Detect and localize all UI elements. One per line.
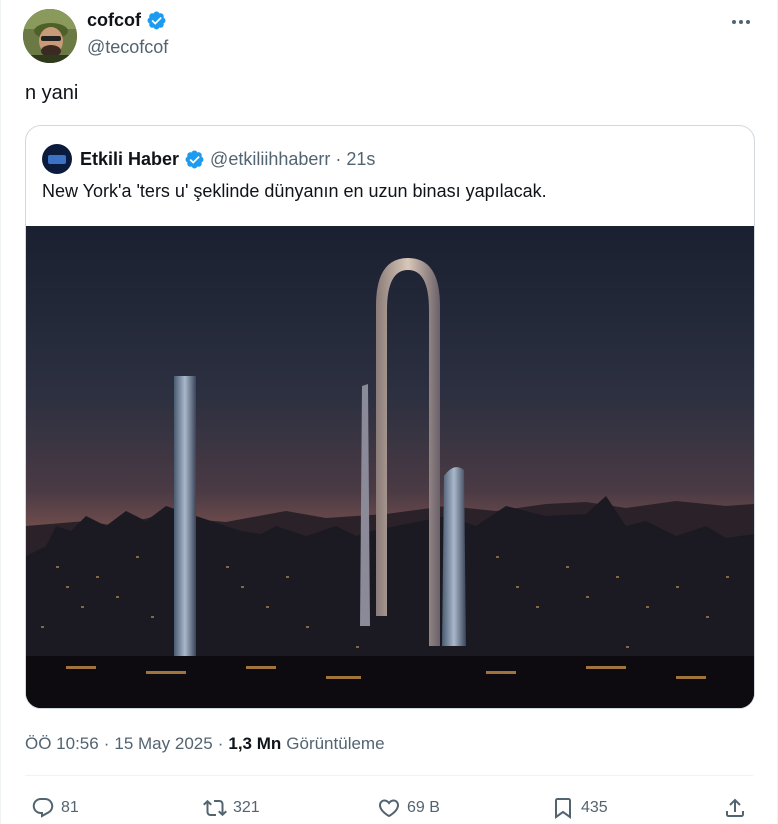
quoted-timestamp[interactable]: 21s [346, 149, 375, 170]
tweet-date[interactable]: 15 May 2025 [114, 734, 212, 754]
views-count: 1,3 Mn [228, 734, 282, 753]
quoted-media-image[interactable] [26, 226, 754, 708]
more-dot-icon [732, 20, 736, 24]
tweet-text: n yani [25, 82, 79, 104]
heart-icon [378, 799, 400, 818]
quoted-separator: · [335, 148, 342, 169]
reply-icon [32, 798, 54, 818]
like-button[interactable]: 69 B [377, 796, 440, 820]
bookmark-count: 435 [581, 799, 608, 816]
share-button[interactable] [723, 796, 747, 820]
author-avatar[interactable] [23, 9, 77, 63]
tweet-meta: ÖÖ 10:56 · 15 May 2025 · 1,3 Mn Görüntül… [25, 734, 385, 754]
meta-separator: · [217, 734, 224, 753]
more-dot-icon [746, 20, 750, 24]
verified-badge-icon [185, 150, 204, 168]
quoted-author-name[interactable]: Etkili Haber [80, 149, 179, 170]
like-count: 69 B [407, 799, 440, 816]
more-dot-icon [739, 20, 743, 24]
repost-button[interactable]: 321 [203, 796, 260, 820]
action-bar: 81 321 69 B 435 [1, 790, 778, 824]
author-handle[interactable]: @tecofcof [87, 37, 168, 58]
tweet-time[interactable]: ÖÖ 10:56 [25, 734, 99, 754]
quoted-avatar[interactable] [42, 144, 72, 174]
meta-separator: · [103, 734, 110, 753]
bookmark-button[interactable]: 435 [551, 796, 608, 820]
reply-count: 81 [61, 799, 79, 816]
author-name[interactable]: cofcof [87, 10, 141, 31]
views-label: Görüntüleme [286, 734, 385, 753]
quoted-author-handle[interactable]: @etkiliihhaberr [210, 149, 330, 170]
more-options-button[interactable] [727, 10, 755, 34]
repost-icon [203, 799, 227, 817]
divider [25, 775, 753, 776]
quoted-text: New York'a 'ters u' şeklinde dünyanın en… [42, 181, 547, 201]
quoted-tweet[interactable]: Etkili Haber @etkiliihhaberr · 21s New Y… [25, 125, 755, 709]
bookmark-icon [555, 798, 571, 819]
repost-count: 321 [233, 799, 260, 816]
tweet-detail: cofcof @tecofcof n yani Etkili Haber @et… [0, 0, 778, 824]
quoted-logo-icon [48, 154, 66, 164]
share-icon [726, 798, 744, 817]
reply-button[interactable]: 81 [31, 796, 79, 820]
verified-badge-icon [147, 11, 166, 30]
